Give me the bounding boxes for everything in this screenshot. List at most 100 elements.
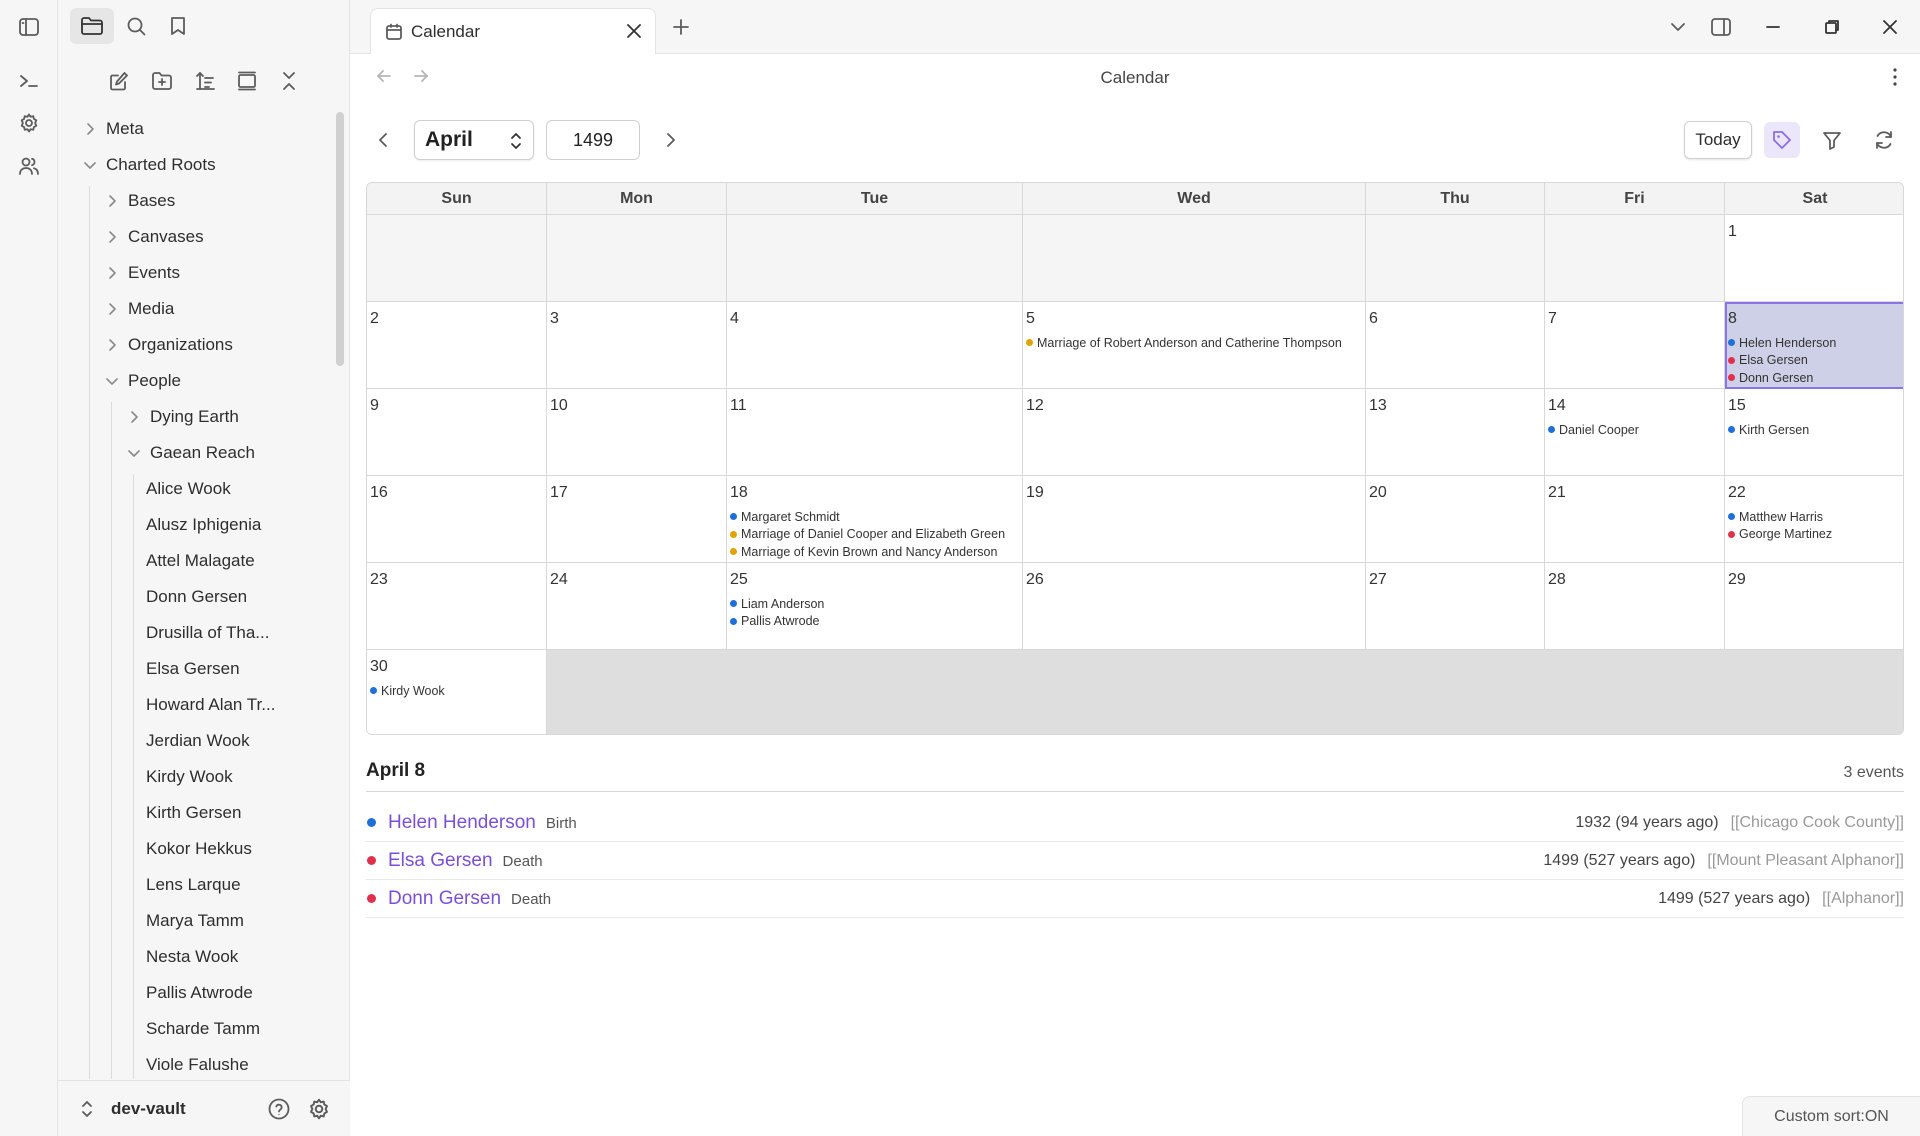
refresh-icon[interactable] <box>1866 122 1902 158</box>
tree-item[interactable]: Attel Malagate <box>146 546 255 576</box>
auto-reveal-icon[interactable] <box>230 64 264 98</box>
tree-item[interactable]: Scharde Tamm <box>146 1014 260 1044</box>
tree-item[interactable]: Drusilla of Tha... <box>146 618 269 648</box>
calendar-day-cell[interactable]: 3 <box>547 302 727 389</box>
tab-calendar[interactable]: Calendar <box>370 8 656 54</box>
calendar-day-cell[interactable]: 27 <box>1366 563 1545 650</box>
calendar-day-cell[interactable]: 14 Daniel Cooper <box>1545 389 1725 476</box>
calendar-event[interactable]: Kirdy Wook <box>370 682 546 700</box>
tree-item[interactable]: Pallis Atwrode <box>146 978 253 1008</box>
sidebar-scrollbar[interactable] <box>336 112 344 366</box>
calendar-day-cell[interactable]: 28 <box>1545 563 1725 650</box>
calendar-event[interactable]: Pallis Atwrode <box>730 613 1022 631</box>
calendar-event[interactable]: Kirth Gersen <box>1728 421 1903 439</box>
terminal-icon[interactable] <box>14 66 44 96</box>
today-button[interactable]: Today <box>1684 121 1752 159</box>
event-person-link[interactable]: Helen Henderson <box>388 812 536 833</box>
calendar-event[interactable]: Margaret Schmidt <box>730 508 1022 526</box>
calendar-day-cell[interactable]: 29 <box>1725 563 1903 650</box>
calendar-day-cell[interactable]: 12 <box>1023 389 1366 476</box>
calendar-day-cell[interactable]: 23 <box>367 563 547 650</box>
tree-item[interactable]: Gaean Reach <box>124 438 255 468</box>
gear-icon[interactable] <box>14 108 44 138</box>
calendar-event[interactable]: Marriage of Robert Anderson and Catherin… <box>1026 334 1365 352</box>
tree-item[interactable]: People <box>102 366 181 396</box>
previous-month-icon[interactable] <box>366 122 402 158</box>
new-note-icon[interactable] <box>102 64 136 98</box>
search-icon[interactable] <box>114 8 158 44</box>
minimize-icon[interactable] <box>1758 12 1788 42</box>
calendar-event[interactable]: Daniel Cooper <box>1548 421 1724 439</box>
event-place-link[interactable]: [[Chicago Cook County]] <box>1731 814 1904 831</box>
status-bar-item[interactable]: Custom sort:ON <box>1742 1096 1920 1136</box>
folder-icon[interactable] <box>70 8 114 44</box>
event-row[interactable]: Helen Henderson Birth 1932 (94 years ago) [… <box>366 804 1904 842</box>
calendar-event[interactable]: Matthew Harris <box>1728 508 1903 526</box>
close-window-icon[interactable] <box>1875 12 1905 42</box>
calendar-day-cell[interactable]: 21 <box>1545 476 1725 563</box>
vault-settings-icon[interactable] <box>307 1097 331 1121</box>
sort-icon[interactable] <box>188 64 222 98</box>
event-person-link[interactable]: Elsa Gersen <box>388 850 493 871</box>
tree-item[interactable]: Lens Larque <box>146 870 241 900</box>
event-place-link[interactable]: [[Alphanor]] <box>1822 890 1904 907</box>
tree-item[interactable]: Marya Tamm <box>146 906 244 936</box>
toggle-right-sidebar-icon[interactable] <box>1706 12 1736 42</box>
tree-item[interactable]: Media <box>102 294 174 324</box>
event-row[interactable]: Elsa Gersen Death 1499 (527 years ago) [[Mo… <box>366 842 1904 880</box>
tree-item[interactable]: Bases <box>102 186 175 216</box>
calendar-day-cell[interactable]: 15 Kirth Gersen <box>1725 389 1903 476</box>
tree-item[interactable]: Dying Earth <box>124 402 239 432</box>
more-options-icon[interactable] <box>1885 66 1905 88</box>
tree-item[interactable]: Charted Roots <box>80 150 216 180</box>
calendar-day-cell[interactable]: 17 <box>547 476 727 563</box>
calendar-day-cell[interactable]: 13 <box>1366 389 1545 476</box>
calendar-event[interactable]: Donn Gersen <box>1728 369 1903 387</box>
toggle-left-sidebar-icon[interactable] <box>14 12 44 42</box>
calendar-day-cell[interactable]: 18 Margaret Schmidt Marriage of Daniel Coo… <box>727 476 1023 563</box>
next-month-icon[interactable] <box>652 122 688 158</box>
help-icon[interactable] <box>267 1097 291 1121</box>
calendar-event[interactable]: Elsa Gersen <box>1728 352 1903 370</box>
event-person-link[interactable]: Donn Gersen <box>388 888 501 909</box>
event-row[interactable]: Donn Gersen Death 1499 (527 years ago) [[Al… <box>366 880 1904 918</box>
new-tab-icon[interactable] <box>666 12 696 42</box>
calendar-event[interactable]: Helen Henderson <box>1728 334 1903 352</box>
bookmark-icon[interactable] <box>156 8 200 44</box>
restore-icon[interactable] <box>1817 12 1847 42</box>
calendar-day-cell[interactable]: 4 <box>727 302 1023 389</box>
tree-item[interactable]: Kirdy Wook <box>146 762 233 792</box>
tree-item[interactable]: Nesta Wook <box>146 942 238 972</box>
tree-item[interactable]: Elsa Gersen <box>146 654 240 684</box>
calendar-day-cell[interactable]: 1 <box>1725 215 1903 302</box>
year-input[interactable] <box>546 120 640 160</box>
calendar-day-cell[interactable]: 22 Matthew Harris George Martinez <box>1725 476 1903 563</box>
tree-item[interactable]: Jerdian Wook <box>146 726 250 756</box>
tree-item[interactable]: Kirth Gersen <box>146 798 241 828</box>
calendar-day-cell[interactable]: 10 <box>547 389 727 476</box>
month-select[interactable]: April <box>414 120 534 160</box>
tree-item[interactable]: Meta <box>80 114 144 144</box>
calendar-day-cell[interactable]: 11 <box>727 389 1023 476</box>
filter-icon[interactable] <box>1814 122 1850 158</box>
event-place-link[interactable]: [[Mount Pleasant Alphanor]] <box>1707 852 1904 869</box>
tree-item[interactable]: Events <box>102 258 180 288</box>
calendar-day-cell[interactable]: 9 <box>367 389 547 476</box>
people-icon[interactable] <box>14 151 44 181</box>
tag-icon[interactable] <box>1764 122 1800 158</box>
close-tab-icon[interactable] <box>625 22 643 40</box>
new-folder-icon[interactable] <box>145 64 179 98</box>
calendar-day-cell[interactable]: 7 <box>1545 302 1725 389</box>
tree-item[interactable]: Donn Gersen <box>146 582 247 612</box>
tree-item[interactable]: Canvases <box>102 222 204 252</box>
calendar-day-cell[interactable]: 2 <box>367 302 547 389</box>
calendar-day-cell[interactable]: 8 Helen Henderson Elsa Gersen Donn Gersen <box>1725 302 1903 389</box>
calendar-day-cell[interactable]: 24 <box>547 563 727 650</box>
tree-item[interactable]: Viole Falushe <box>146 1050 249 1079</box>
vault-name[interactable]: dev-vault <box>111 1099 186 1119</box>
calendar-day-cell[interactable]: 6 <box>1366 302 1545 389</box>
chevron-up-down-icon[interactable] <box>80 1098 94 1120</box>
calendar-day-cell[interactable]: 20 <box>1366 476 1545 563</box>
calendar-event[interactable]: Marriage of Kevin Brown and Nancy Anders… <box>730 543 1022 561</box>
tree-item[interactable]: Alice Wook <box>146 474 231 504</box>
